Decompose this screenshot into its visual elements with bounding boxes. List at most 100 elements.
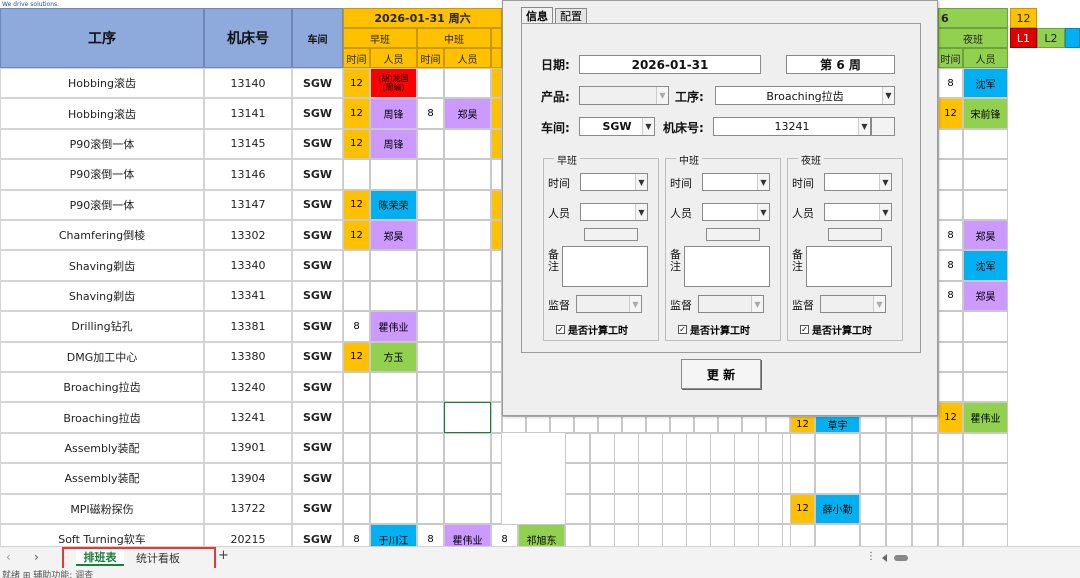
morning-person-cell[interactable]: 周锋 <box>370 98 417 129</box>
process-cell[interactable]: Drilling钻孔 <box>0 311 204 342</box>
machine-cell[interactable]: 13722 <box>204 493 292 524</box>
workshop-cell[interactable]: SGW <box>292 432 343 464</box>
night-time-cell[interactable] <box>938 159 963 190</box>
machine-cell[interactable]: 13241 <box>204 402 292 433</box>
blank-cell[interactable] <box>710 432 735 464</box>
middle-person-cell[interactable] <box>444 220 491 251</box>
machine-cell[interactable]: 13147 <box>204 189 292 220</box>
blank-cell[interactable] <box>622 416 646 433</box>
blank-cell[interactable] <box>912 416 938 433</box>
middle-time-cell[interactable] <box>417 341 444 372</box>
blank-cell[interactable] <box>565 493 590 524</box>
blank-cell[interactable] <box>646 416 670 433</box>
evening-person-cell[interactable] <box>815 463 860 494</box>
time-dropdown[interactable]: ▼ <box>824 173 892 191</box>
blank-cell[interactable] <box>491 98 502 129</box>
calc-hours-checkbox[interactable]: ✓ 是否计算工时 <box>678 322 750 337</box>
middle-time-cell[interactable] <box>417 250 444 281</box>
blank-cell[interactable] <box>886 432 912 464</box>
night-time-cell[interactable]: 8 <box>938 220 963 251</box>
night-person-cell[interactable]: 宋前锋 <box>963 98 1008 129</box>
workshop-cell[interactable]: SGW <box>292 98 343 129</box>
blank-cell[interactable] <box>491 68 502 99</box>
blank-cell[interactable] <box>758 432 783 464</box>
middle-person-cell[interactable] <box>444 463 491 494</box>
machine-dropdown[interactable]: 13241 ▼ <box>713 117 871 136</box>
workshop-cell[interactable]: SGW <box>292 250 343 281</box>
workshop-cell[interactable]: SGW <box>292 128 343 160</box>
machine-cell[interactable]: 13381 <box>204 311 292 342</box>
note-textarea[interactable] <box>562 246 648 287</box>
workshop-dropdown[interactable]: SGW ▼ <box>579 117 655 136</box>
night-time-cell[interactable] <box>938 128 963 160</box>
evening-time-cell[interactable]: 12 <box>790 416 815 433</box>
blank-cell[interactable] <box>638 493 663 524</box>
supervisor-dropdown[interactable]: ▼ <box>698 295 764 313</box>
morning-person-cell[interactable] <box>370 432 417 464</box>
process-cell[interactable]: Assembly装配 <box>0 432 204 464</box>
night-person-cell[interactable] <box>963 311 1008 342</box>
night-person-cell[interactable]: 沈军 <box>963 250 1008 281</box>
blank-cell[interactable] <box>710 463 735 494</box>
morning-person-cell[interactable]: 郑昊 <box>370 220 417 251</box>
middle-time-cell[interactable] <box>417 311 444 342</box>
blank-cell[interactable] <box>526 416 550 433</box>
middle-person-cell[interactable] <box>444 280 491 312</box>
night-time-cell[interactable]: 8 <box>938 280 963 312</box>
person-dropdown[interactable]: ▼ <box>702 203 770 221</box>
evening-person-cell[interactable] <box>815 432 860 464</box>
blank-cell[interactable] <box>590 493 615 524</box>
middle-time-cell[interactable]: 8 <box>417 98 444 129</box>
middle-person-cell[interactable] <box>444 159 491 190</box>
blank-cell[interactable] <box>742 416 766 433</box>
morning-person-cell[interactable]: 方玉 <box>370 341 417 372</box>
night-person-cell[interactable] <box>963 372 1008 403</box>
workshop-cell[interactable]: SGW <box>292 402 343 433</box>
process-cell[interactable]: P90滚倒一体 <box>0 128 204 160</box>
blank-cell[interactable] <box>491 493 502 524</box>
workshop-cell[interactable]: SGW <box>292 159 343 190</box>
middle-person-cell[interactable] <box>444 432 491 464</box>
night-time-cell[interactable] <box>938 372 963 403</box>
person-dropdown[interactable]: ▼ <box>580 203 648 221</box>
night-person-cell[interactable] <box>963 189 1008 220</box>
process-cell[interactable]: Broaching拉齿 <box>0 402 204 433</box>
blank-cell[interactable] <box>766 416 790 433</box>
machine-cell[interactable]: 13146 <box>204 159 292 190</box>
workshop-cell[interactable]: SGW <box>292 189 343 220</box>
morning-time-cell[interactable]: 12 <box>343 128 370 160</box>
morning-person-cell[interactable] <box>370 250 417 281</box>
note-textarea[interactable] <box>806 246 892 287</box>
workshop-cell[interactable]: SGW <box>292 493 343 524</box>
middle-time-cell[interactable] <box>417 280 444 312</box>
middle-person-cell[interactable] <box>444 189 491 220</box>
supervisor-dropdown[interactable]: ▼ <box>820 295 886 313</box>
middle-time-cell[interactable] <box>417 402 444 433</box>
blank-cell[interactable] <box>860 432 886 464</box>
evening-time-cell[interactable] <box>790 432 815 464</box>
time-dropdown[interactable]: ▼ <box>580 173 648 191</box>
add-sheet-button[interactable]: + <box>218 548 229 563</box>
night-time-cell[interactable] <box>938 493 963 524</box>
machine-cell[interactable]: 13140 <box>204 68 292 99</box>
machine-cell[interactable]: 13904 <box>204 463 292 494</box>
blank-cell[interactable] <box>638 432 663 464</box>
blank-cell[interactable] <box>860 463 886 494</box>
update-button[interactable]: 更 新 <box>681 359 761 389</box>
blank-cell[interactable] <box>860 416 886 433</box>
workshop-cell[interactable]: SGW <box>292 220 343 251</box>
night-time-cell[interactable] <box>938 341 963 372</box>
morning-person-cell[interactable] <box>370 280 417 312</box>
morning-person-cell[interactable]: (胡)龙国 (周瑜) <box>370 68 417 99</box>
evening-person-cell[interactable]: 草宇 <box>815 416 860 433</box>
night-person-cell[interactable] <box>963 432 1008 464</box>
person-extra-field[interactable] <box>584 228 638 241</box>
morning-time-cell[interactable] <box>343 159 370 190</box>
middle-person-cell[interactable] <box>444 311 491 342</box>
horizontal-scrollbar[interactable] <box>882 554 1076 562</box>
morning-person-cell[interactable]: 瞿伟业 <box>370 311 417 342</box>
blank-cell[interactable] <box>491 463 502 494</box>
morning-person-cell[interactable]: 周锋 <box>370 128 417 160</box>
blank-cell[interactable] <box>912 432 938 464</box>
morning-time-cell[interactable] <box>343 402 370 433</box>
